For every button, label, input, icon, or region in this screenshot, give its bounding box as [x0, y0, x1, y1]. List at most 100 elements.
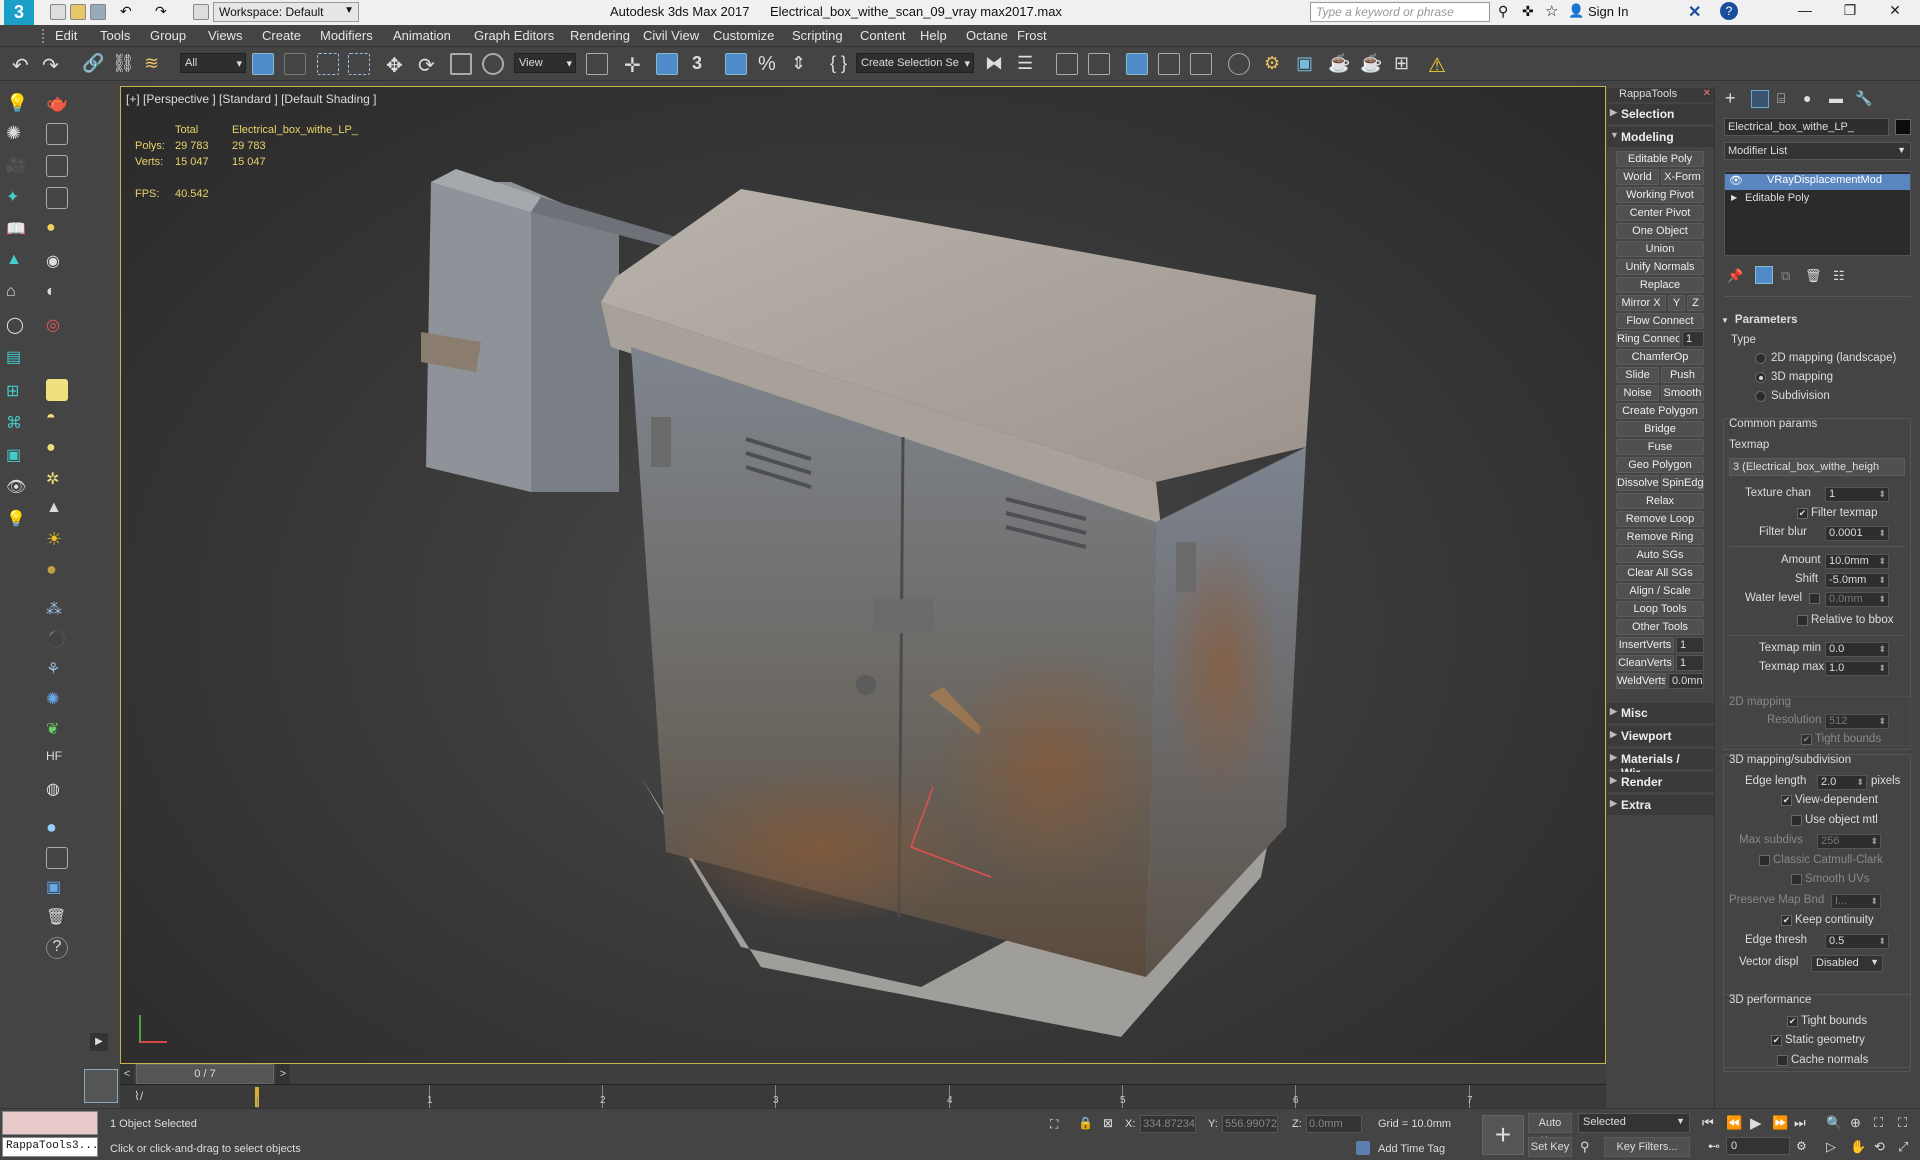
menu-modifiers[interactable]: Modifiers [320, 28, 373, 43]
show-end-result-icon[interactable] [1755, 266, 1773, 284]
weldverts-spinner[interactable]: 0.0mn [1668, 673, 1704, 689]
sign-in-link[interactable]: Sign In [1588, 4, 1628, 19]
modifier-stack-item[interactable]: ▶ Editable Poly [1725, 192, 1910, 208]
loop-tools-button[interactable]: Loop Tools [1616, 601, 1704, 617]
hair-icon[interactable]: HF [46, 749, 68, 771]
restore-button[interactable]: ❐ [1830, 2, 1870, 22]
section-selection[interactable]: ▶ Selection [1607, 104, 1714, 124]
menu-tools[interactable]: Tools [100, 28, 130, 43]
shift-spinner[interactable]: -5.0mm [1825, 573, 1889, 588]
section-materials[interactable]: ▶Materials / Wir [1607, 749, 1714, 780]
texmap-button[interactable]: 3 (Electrical_box_withe_heigh [1729, 458, 1905, 476]
plant-icon[interactable]: ❦ [46, 719, 68, 741]
section-viewport[interactable]: ▶ Viewport [1607, 726, 1714, 746]
smooth-uvs-checkbox[interactable] [1791, 874, 1802, 885]
binoculars-icon[interactable]: ⚲ [1498, 3, 1508, 20]
mirror-x-button[interactable]: Mirror X [1616, 295, 1666, 311]
geo-polygon-button[interactable]: Geo Polygon [1616, 457, 1704, 473]
max-subdivs-spinner[interactable]: 256 [1817, 834, 1881, 849]
texmap-max-spinner[interactable]: 1.0 [1825, 661, 1889, 676]
radio-subdivision[interactable] [1755, 391, 1766, 402]
book-icon[interactable]: 📖 [6, 219, 28, 241]
vector-displ-dropdown[interactable]: Disabled ▼ [1811, 955, 1883, 972]
orbit-icon[interactable]: ◯ [6, 315, 28, 337]
sphere-light-icon[interactable]: ● [46, 439, 68, 461]
motion-tab-icon[interactable]: ● [1803, 90, 1811, 106]
dome-light-icon[interactable]: ◓ [46, 409, 68, 431]
smooth-button[interactable]: Smooth [1661, 385, 1704, 401]
amount-spinner[interactable]: 10.0mm [1825, 554, 1889, 569]
ring-connect-spinner[interactable]: 1 [1682, 331, 1704, 347]
unify-normals-button[interactable]: Unify Normals [1616, 259, 1704, 275]
menu-group[interactable]: Group [150, 28, 186, 43]
displace-icon[interactable]: ◍ [46, 779, 68, 801]
curve-editor-icon[interactable] [1158, 53, 1180, 75]
new-file-icon[interactable] [50, 4, 66, 20]
bind-spacewarp-icon[interactable]: ≋ [144, 53, 166, 75]
menu-customize[interactable]: Customize [713, 28, 774, 43]
render-grid-icon[interactable]: ⊞ [1394, 53, 1416, 75]
sphere-icon[interactable]: ● [46, 817, 68, 839]
scene-explorer-icon[interactable] [1056, 53, 1078, 75]
render-setup-icon[interactable]: ⚙ [1264, 53, 1286, 75]
weldverts-button[interactable]: WeldVerts [1616, 673, 1666, 689]
rect-selection-icon[interactable] [317, 53, 339, 75]
isolate-icon[interactable]: ⛶ [1050, 1117, 1058, 1132]
trash-icon[interactable]: 🗑 [46, 907, 68, 929]
set-key-button[interactable]: Set Key [1528, 1137, 1572, 1157]
expand-arrow-icon[interactable]: ▶ [90, 1033, 108, 1051]
menu-frost[interactable]: Frost [1017, 28, 1047, 43]
editable-poly-button[interactable]: Editable Poly [1616, 151, 1704, 167]
push-button[interactable]: Push [1661, 367, 1704, 383]
replace-button[interactable]: Replace [1616, 277, 1704, 293]
y-coordinate-field[interactable]: 556.99072 [1222, 1115, 1278, 1133]
disc-icon[interactable]: ◐ [46, 283, 68, 305]
light-bulb-icon[interactable]: 💡 [6, 509, 28, 531]
grid-icon[interactable]: ⊞ [6, 381, 28, 403]
water-level-checkbox[interactable] [1809, 593, 1820, 604]
plane-icon[interactable] [46, 379, 68, 401]
star-icon[interactable]: ☆ [1545, 2, 1558, 20]
menu-views[interactable]: Views [208, 28, 242, 43]
key-mode-icon[interactable]: ⚲ [1580, 1139, 1590, 1155]
z-coordinate-field[interactable]: 0.0mm [1306, 1115, 1362, 1133]
vfb-icon[interactable] [46, 847, 68, 869]
menu-graph-editors[interactable]: Graph Editors [474, 28, 554, 43]
water-level-spinner[interactable]: 0.0mm [1825, 592, 1889, 607]
resolution-spinner[interactable]: 512 [1825, 714, 1889, 729]
cleanverts-button[interactable]: CleanVerts [1616, 655, 1674, 671]
filter-texmap-checkbox[interactable]: ✔ [1797, 508, 1808, 519]
lock-icon[interactable]: 🔒 [1078, 1116, 1093, 1130]
texture-chan-spinner[interactable]: 1 [1825, 487, 1889, 502]
spinedge-button[interactable]: SpinEdge [1661, 475, 1704, 491]
scale-icon[interactable] [450, 53, 472, 75]
modifier-stack-item[interactable]: 👁 VRayDisplacementMod [1725, 174, 1910, 190]
next-frame-icon[interactable]: ⏩ [1772, 1115, 1788, 1131]
workspace-dropdown[interactable]: Workspace: Default ▼ [213, 2, 359, 22]
menu-scripting[interactable]: Scripting [792, 28, 843, 43]
help-circle-icon[interactable]: ? [46, 937, 68, 959]
filter-blur-spinner[interactable]: 0.0001 [1825, 526, 1889, 541]
rendered-frame-icon[interactable]: ▣ [1296, 53, 1318, 75]
fur-icon[interactable]: ⚘ [46, 659, 68, 681]
radio-3d-mapping[interactable] [1755, 372, 1766, 383]
panel-icon[interactable] [46, 155, 68, 177]
cleanverts-spinner[interactable]: 1 [1676, 655, 1704, 671]
redo-icon[interactable]: ↷ [155, 3, 167, 20]
maximize-viewport-icon[interactable]: ⤢ [1898, 1139, 1908, 1155]
placement-icon[interactable] [482, 53, 504, 75]
schematic-view-icon[interactable] [1190, 53, 1212, 75]
preserve-map-bnd-dropdown[interactable]: I... [1831, 894, 1881, 909]
flow-connect-button[interactable]: Flow Connect [1616, 313, 1704, 329]
open-file-icon[interactable] [70, 4, 86, 20]
create-tab-icon[interactable]: + [1725, 88, 1736, 109]
center-pivot-button[interactable]: Center Pivot [1616, 205, 1704, 221]
maxscript-output[interactable]: RappaTools3... [2, 1137, 98, 1157]
minimize-button[interactable]: — [1785, 2, 1825, 22]
view-dependent-checkbox[interactable]: ✔ [1781, 795, 1792, 806]
insertverts-button[interactable]: InsertVerts [1616, 637, 1674, 653]
noise-button[interactable]: Noise [1616, 385, 1659, 401]
render-production-icon[interactable]: ☕ [1328, 53, 1350, 75]
triangle-right-icon[interactable]: ▶ [1731, 193, 1737, 202]
cache-normals-checkbox[interactable] [1777, 1055, 1788, 1066]
